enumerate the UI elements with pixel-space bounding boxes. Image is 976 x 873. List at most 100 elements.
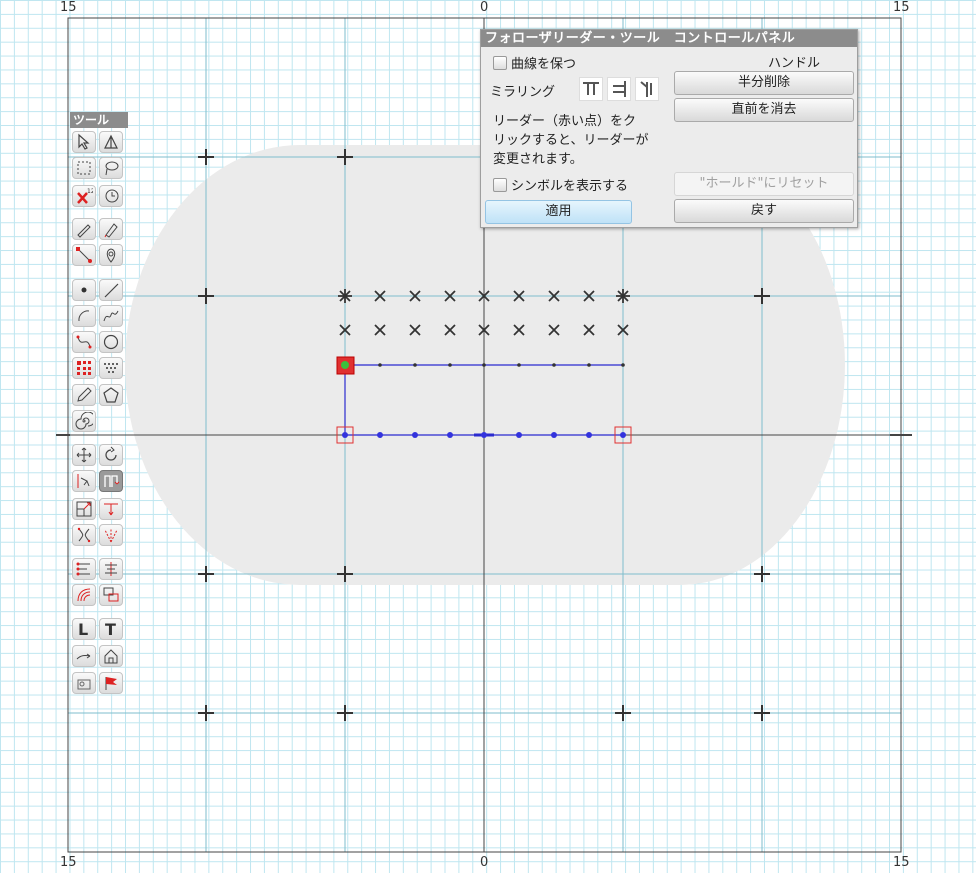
rectangle-select-tool-button[interactable] <box>72 157 96 179</box>
bezier-tool-button[interactable] <box>72 331 96 353</box>
path-node-small <box>448 363 452 367</box>
path-node-small <box>621 363 625 367</box>
history-clock-tool-button[interactable] <box>99 185 123 207</box>
pencil-tool-button[interactable] <box>72 384 96 406</box>
point-grid-icon <box>77 361 91 375</box>
axis-label-top-left: 15 <box>60 0 77 15</box>
keep-curves-checkbox[interactable] <box>493 56 507 70</box>
instructions-line-3: 変更されます。 <box>493 152 583 167</box>
dot-array-icon <box>104 363 118 373</box>
text-t-tool-button[interactable]: T <box>99 618 123 640</box>
mirroring-label: ミラリング <box>490 85 556 100</box>
fan-tool-button[interactable] <box>99 524 123 546</box>
move-icon <box>76 447 92 463</box>
rectangle-select-icon <box>77 161 91 175</box>
align-icon <box>105 562 117 576</box>
select-arrow-icon <box>78 133 90 150</box>
translate-down-icon <box>104 503 118 516</box>
mirror-horizontal-button[interactable] <box>579 77 603 101</box>
axis-label-bottom-center: 0 <box>480 855 489 870</box>
line-tool-button[interactable] <box>99 279 123 301</box>
node-edit-tool-button[interactable] <box>72 244 96 266</box>
circle-tool-button[interactable] <box>99 331 123 353</box>
follower-leader-tool-button[interactable] <box>99 470 123 492</box>
arrange-icon <box>103 587 119 602</box>
path-node <box>620 432 626 438</box>
path-node <box>481 432 487 438</box>
mirror-vertical-icon <box>613 81 626 97</box>
axis-label-bottom-left: 15 <box>60 855 77 870</box>
location-pin-icon <box>106 248 116 263</box>
spiral-icon <box>75 412 93 430</box>
spiral-tool-button[interactable] <box>72 410 96 432</box>
home-tool-button[interactable] <box>99 645 123 667</box>
axis-label-bottom-right: 15 <box>893 855 910 870</box>
delete-x-tool-button[interactable]: 12 <box>72 185 96 207</box>
path-node-small <box>482 363 486 367</box>
text-t-icon: T <box>105 620 116 638</box>
reflect-tool-button[interactable] <box>72 470 96 492</box>
move-tool-button[interactable] <box>72 444 96 466</box>
connector-arrow-tool-button[interactable] <box>72 645 96 667</box>
align-tool-button[interactable] <box>99 558 123 580</box>
stamp-icon <box>77 679 91 690</box>
reset-to-hold-button[interactable]: "ホールド"にリセット <box>674 172 854 196</box>
arc-icon <box>78 310 90 322</box>
follower-leader-icon <box>104 475 120 487</box>
control-panel-title[interactable]: フォローザリーダー・ツール コントロールパネル <box>481 30 857 47</box>
tool-panel: ツール <box>70 112 130 128</box>
back-button[interactable]: 戻す <box>674 199 854 223</box>
highlighter-icon <box>104 223 118 238</box>
select-arrow-tool-button[interactable] <box>72 131 96 153</box>
pen-tool-button[interactable] <box>72 218 96 240</box>
circle-icon <box>103 334 119 350</box>
home-icon <box>104 649 118 664</box>
handle-label: ハンドル <box>767 56 820 71</box>
distribute-tool-button[interactable] <box>72 558 96 580</box>
mirror-diagonal-icon <box>640 81 652 97</box>
apply-button[interactable]: 適用 <box>485 200 632 224</box>
freehand-icon <box>103 310 119 322</box>
point-icon <box>81 287 87 293</box>
location-pin-tool-button[interactable] <box>99 244 123 266</box>
line-icon <box>104 283 119 298</box>
pinch-tool-button[interactable] <box>72 524 96 546</box>
delete-x-icon: 12 <box>77 188 93 204</box>
show-symbols-checkbox[interactable] <box>493 178 507 192</box>
mirror-horizontal-icon <box>583 82 599 95</box>
rotate-icon <box>105 446 117 461</box>
history-clock-icon <box>105 189 119 203</box>
rotate-tool-button[interactable] <box>99 444 123 466</box>
mirror-vertical-button[interactable] <box>607 77 631 101</box>
polygon-tool-button[interactable] <box>99 384 123 406</box>
perspective-select-tool-button[interactable] <box>99 131 123 153</box>
highlighter-tool-button[interactable] <box>99 218 123 240</box>
arrange-tool-button[interactable] <box>99 584 123 606</box>
half-delete-button[interactable]: 半分削除 <box>674 71 854 95</box>
path-node <box>586 432 592 438</box>
lasso-select-tool-button[interactable] <box>99 157 123 179</box>
scale-tool-button[interactable] <box>72 498 96 520</box>
lasso-select-icon <box>105 161 119 176</box>
stamp-tool-button[interactable] <box>72 672 96 694</box>
distribute-icon <box>76 562 90 576</box>
path-node <box>377 432 383 438</box>
follower-leader-control-panel: フォローザリーダー・ツール コントロールパネル 曲線を保つ ハンドル ミラリング… <box>480 29 858 228</box>
mirror-diagonal-button[interactable] <box>635 77 659 101</box>
show-symbols-label: シンボルを表示する <box>511 179 629 194</box>
flag-tool-button[interactable] <box>99 672 123 694</box>
point-grid-tool-button[interactable] <box>72 357 96 379</box>
freehand-tool-button[interactable] <box>99 305 123 327</box>
offset-icon <box>77 588 91 602</box>
label-l-tool-button[interactable]: L <box>72 618 96 640</box>
delete-last-button[interactable]: 直前を消去 <box>674 98 854 122</box>
point-tool-button[interactable] <box>72 279 96 301</box>
pen-icon <box>77 224 91 238</box>
arc-tool-button[interactable] <box>72 305 96 327</box>
pencil-icon <box>77 387 92 402</box>
translate-down-tool-button[interactable] <box>99 498 123 520</box>
offset-tool-button[interactable] <box>72 584 96 606</box>
dot-array-tool-button[interactable] <box>99 357 123 379</box>
svg-text:T: T <box>105 620 116 638</box>
label-l-icon: L <box>78 620 88 638</box>
